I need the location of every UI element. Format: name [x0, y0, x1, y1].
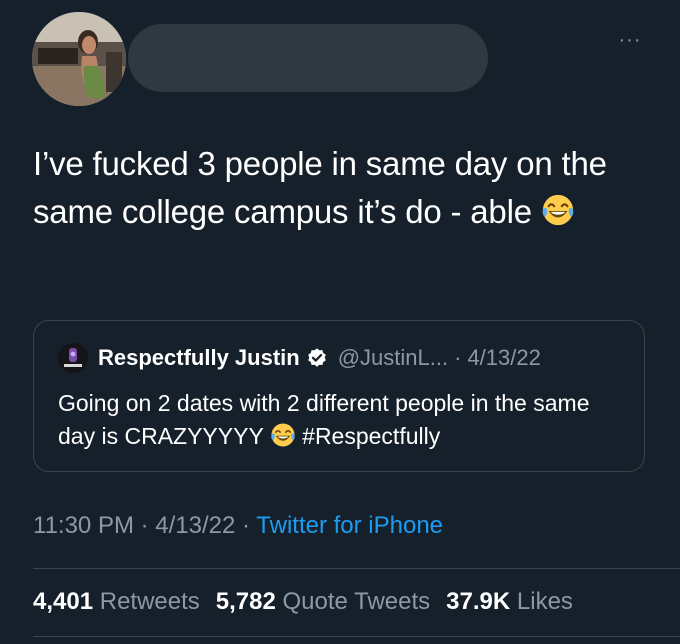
avatar-photo	[32, 12, 126, 106]
laughing-emoji-icon	[270, 422, 296, 457]
quoted-tweet-text: Going on 2 dates with 2 different people…	[58, 387, 628, 457]
likes-stat[interactable]: 37.9K Likes	[446, 588, 573, 616]
author-avatar[interactable]	[32, 12, 126, 106]
quoted-author-name[interactable]: Respectfully Justin	[98, 345, 300, 371]
quoted-author-handle: @JustinL...	[337, 345, 449, 370]
tweet-date[interactable]: 4/13/22	[155, 512, 235, 539]
laughing-emoji-icon	[541, 192, 575, 240]
quote-tweets-count: 5,782	[215, 588, 276, 615]
quote-tweets-label: Quote Tweets	[282, 588, 431, 615]
retweets-stat[interactable]: 4,401 Retweets	[33, 588, 200, 616]
divider	[33, 568, 680, 569]
tweet-time[interactable]: 11:30 PM	[33, 512, 134, 539]
quoted-tweet-card[interactable]: Respectfully Justin @JustinL... · 4/13/2…	[33, 320, 645, 472]
quoted-separator: ·	[454, 345, 462, 370]
quoted-avatar-image	[58, 343, 88, 373]
tweet-text: I’ve fucked 3 people in same day on the …	[33, 140, 643, 240]
quoted-date[interactable]: 4/13/22	[467, 345, 540, 371]
tweet-source-link[interactable]: Twitter for iPhone	[256, 512, 443, 539]
retweets-label: Retweets	[99, 588, 200, 615]
more-icon: ···	[618, 28, 642, 51]
tweet-meta: 11:30 PM · 4/13/22 · Twitter for iPhone	[33, 512, 443, 540]
quoted-author-avatar[interactable]	[58, 343, 88, 373]
more-options-button[interactable]: ···	[610, 20, 650, 60]
tweet-text-content: I’ve fucked 3 people in same day on the …	[33, 145, 607, 230]
meta-separator: ·	[140, 512, 149, 539]
engagement-stats: 4,401 Retweets 5,782 Quote Tweets 37.9K …	[33, 588, 573, 616]
quote-tweets-stat[interactable]: 5,782 Quote Tweets	[216, 588, 430, 616]
meta-separator: ·	[242, 512, 251, 539]
likes-count: 37.9K	[446, 588, 511, 615]
likes-label: Likes	[516, 588, 573, 615]
divider	[33, 636, 680, 637]
verified-badge-icon	[306, 347, 328, 369]
quoted-tweet-header: Respectfully Justin @JustinL... · 4/13/2…	[98, 343, 541, 373]
hashtag-text: #Respectfully	[302, 423, 441, 449]
redacted-author-name	[128, 24, 488, 92]
retweets-count: 4,401	[33, 588, 94, 615]
